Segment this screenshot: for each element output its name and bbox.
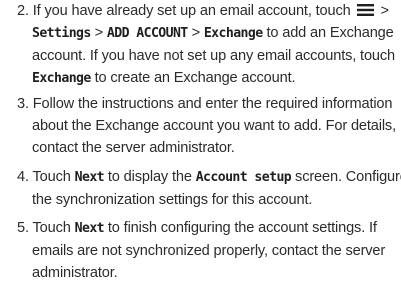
step-5-line-3: administrator.	[32, 265, 118, 281]
add-account-label: ADD ACCOUNT	[106, 26, 188, 41]
step-4-line-2: the synchronization settings for this ac…	[32, 192, 313, 208]
exchange-label: Exchange	[32, 71, 91, 86]
step-2-line-1: 2. If you have already set up an email a…	[17, 3, 389, 19]
step-number: 3.	[17, 96, 29, 112]
exchange-label: Exchange	[203, 26, 263, 41]
step-4: 4. Touch Next to display the Account set…	[17, 166, 401, 211]
step-2-line-3: account. If you have not set up any emai…	[32, 48, 396, 64]
instruction-document: 2. If you have already set up an email a…	[0, 0, 401, 298]
menu-icon	[356, 4, 374, 16]
step-5: 5. Touch Next to finish configuring the …	[17, 217, 399, 284]
step-3-line-1: 3. Follow the instructions and enter the…	[17, 96, 393, 112]
next-label: Next	[74, 170, 105, 185]
step-3-line-3: contact the server administrator.	[32, 140, 235, 156]
account-setup-label: Account setup	[195, 170, 292, 185]
step-5-line-1: 5. Touch Next to finish configuring the …	[17, 220, 377, 236]
step-number: 4.	[17, 169, 29, 185]
step-4-line-1: 4. Touch Next to display the Account set…	[17, 169, 401, 185]
step-3: 3. Follow the instructions and enter the…	[17, 93, 399, 159]
step-2: 2. If you have already set up an email a…	[17, 0, 399, 90]
step-number: 2.	[17, 3, 29, 19]
step-2-line-2: Settings > ADD ACCOUNT > Exchange to add…	[32, 25, 394, 41]
step-2-line-4: Exchange to create an Exchange account.	[32, 70, 296, 86]
step-number: 5.	[17, 220, 29, 236]
step-3-line-2: about the Exchange account you want to a…	[32, 118, 396, 134]
next-label: Next	[74, 221, 105, 236]
step-5-line-2: emails are not synchronized properly, co…	[32, 243, 386, 259]
settings-menu-label: Settings	[32, 26, 91, 41]
